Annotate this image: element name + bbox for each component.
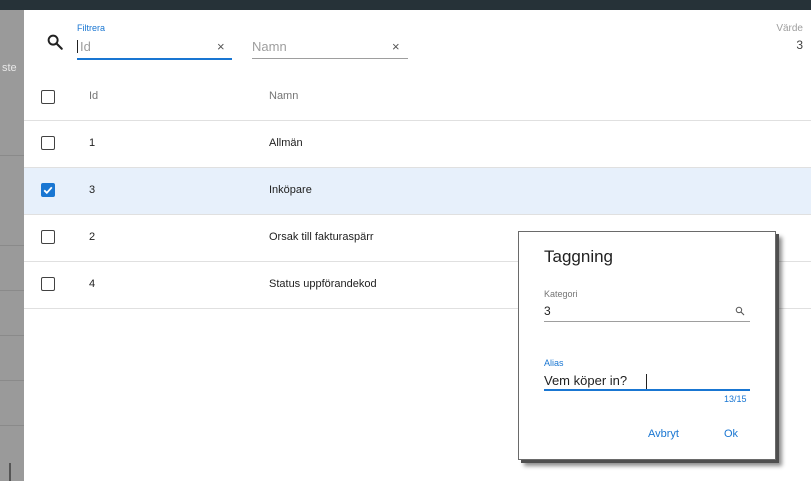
column-header-namn[interactable]: Namn xyxy=(269,90,298,102)
divider xyxy=(0,335,24,336)
id-filter-input[interactable]: Id × xyxy=(77,37,232,60)
id-filter-underline xyxy=(77,58,232,60)
tagging-dialog: Taggning Kategori 3 Alias Vem köper in? … xyxy=(518,231,776,460)
filter-label: Filtrera xyxy=(77,23,106,33)
kategori-label: Kategori xyxy=(544,289,578,299)
divider xyxy=(0,155,24,156)
row-id: 1 xyxy=(89,137,96,149)
namn-filter-input[interactable]: Namn × xyxy=(252,37,408,59)
column-header-id[interactable]: Id xyxy=(89,90,98,102)
filter-bar: Filtrera Id × Namn × Värde 3 xyxy=(24,10,811,62)
search-icon[interactable] xyxy=(735,306,745,316)
kategori-input[interactable]: 3 xyxy=(544,304,551,318)
alias-input[interactable]: Vem köper in? xyxy=(544,373,627,388)
table-row-selected[interactable]: 3 Inköpare xyxy=(24,168,811,215)
background-text-fragment: ste xyxy=(2,62,17,74)
row-id: 2 xyxy=(89,231,96,243)
namn-filter-underline xyxy=(252,58,408,59)
character-counter: 13/15 xyxy=(724,394,747,404)
text-caret xyxy=(77,40,78,53)
kategori-underline xyxy=(544,321,750,322)
divider xyxy=(0,425,24,426)
row-namn: Allmän xyxy=(269,137,303,149)
checkmark-icon xyxy=(43,186,53,195)
ok-button[interactable]: Ok xyxy=(724,428,738,440)
divider xyxy=(0,245,24,246)
search-icon[interactable] xyxy=(46,33,64,51)
row-checkbox[interactable] xyxy=(41,277,55,291)
row-namn: Inköpare xyxy=(269,184,312,196)
background-page-strip: ste xyxy=(0,10,24,481)
clear-namn-filter-button[interactable]: × xyxy=(392,39,400,54)
row-checkbox[interactable] xyxy=(41,136,55,150)
clear-id-filter-button[interactable]: × xyxy=(217,39,225,54)
row-namn: Orsak till fakturaspärr xyxy=(269,231,374,243)
table-row[interactable]: 1 Allmän xyxy=(24,121,811,168)
table-header: Id Namn xyxy=(24,73,811,121)
id-filter-placeholder: Id xyxy=(80,39,91,54)
divider xyxy=(0,380,24,381)
row-checkbox[interactable] xyxy=(41,230,55,244)
row-namn: Status uppförandekod xyxy=(269,278,377,290)
cancel-button[interactable]: Avbryt xyxy=(648,428,679,440)
value-display: 3 xyxy=(796,38,803,52)
divider xyxy=(0,290,24,291)
row-id: 4 xyxy=(89,278,96,290)
row-id: 3 xyxy=(89,184,96,196)
alias-label: Alias xyxy=(544,358,564,368)
top-app-bar xyxy=(0,0,811,10)
text-caret xyxy=(646,374,647,389)
namn-filter-placeholder: Namn xyxy=(252,39,287,54)
alias-underline xyxy=(544,389,750,391)
background-marker xyxy=(9,463,11,481)
select-all-checkbox[interactable] xyxy=(41,90,55,104)
value-label: Värde xyxy=(776,23,803,34)
row-checkbox-checked[interactable] xyxy=(41,183,55,197)
dialog-title: Taggning xyxy=(544,247,614,266)
